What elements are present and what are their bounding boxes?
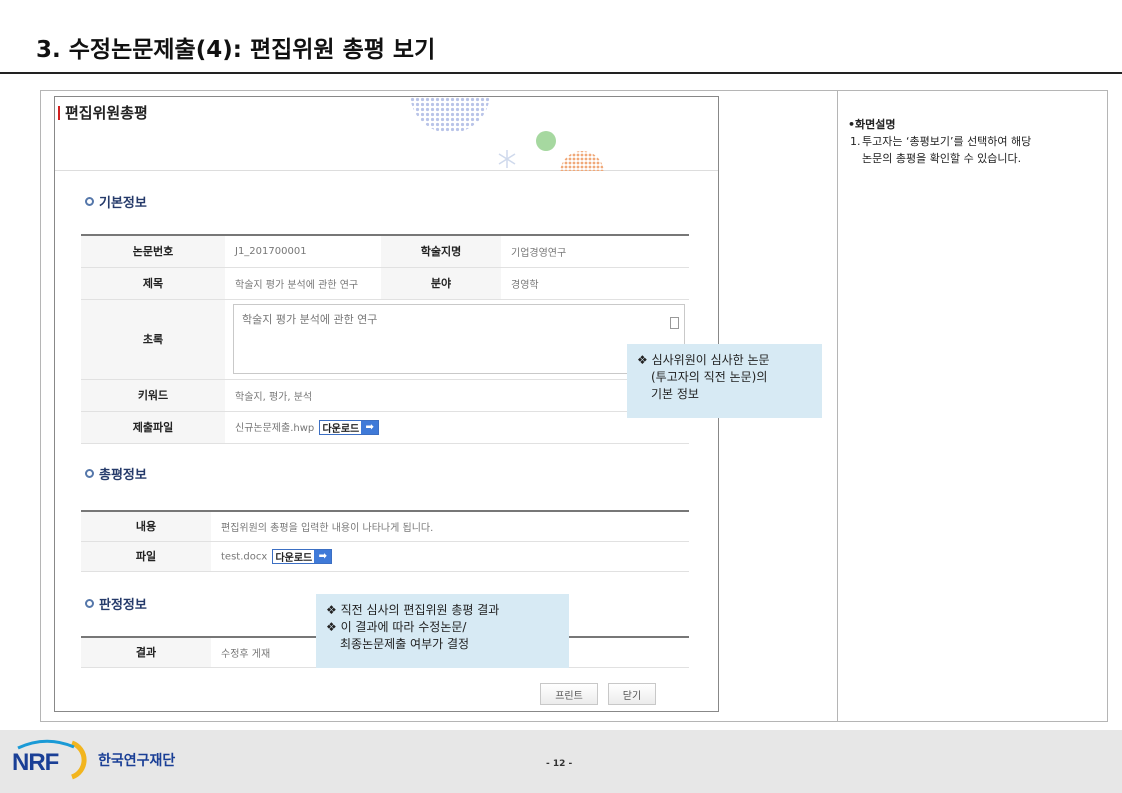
review-file-label: 파일: [81, 541, 211, 572]
field-value: 경영학: [501, 267, 689, 300]
review-info-table: 내용 편집위원의 총평을 입력한 내용이 나타나게 됩니다. 파일 test.d…: [81, 510, 689, 572]
submitted-file-download-button[interactable]: 다운로드 ➡: [319, 420, 380, 436]
table-row: 키워드 학술지, 평가, 분석: [81, 379, 689, 412]
org-name: 한국연구재단: [98, 753, 176, 769]
review-file-download-button[interactable]: 다운로드 ➡: [272, 548, 333, 564]
callout-line: (투고자의 직전 논문)의: [651, 370, 768, 384]
callout-line: ❖ 이 결과에 따라 수정논문/: [326, 620, 467, 634]
green-circle-decoration-icon: [536, 131, 556, 151]
scrollbar-icon[interactable]: [670, 317, 679, 329]
orange-dotted-decoration-icon: [560, 151, 604, 171]
decision-result-label: 결과: [81, 637, 211, 668]
title-value: 학술지 평가 분석에 관한 연구: [225, 267, 381, 300]
title-divider: [0, 72, 1122, 74]
journal-value: 기업경영연구: [501, 235, 689, 268]
description-line-2: 논문의 총평을 확인할 수 있습니다.: [862, 152, 1022, 165]
circle-bullet-icon: [85, 599, 94, 608]
callout-line: 최종논문제출 여부가 결정: [340, 637, 470, 651]
decision-info-section-title: 판정정보: [85, 594, 147, 613]
nrf-logo-icon: NRF: [12, 739, 87, 780]
abstract-label: 초록: [81, 299, 225, 380]
review-content-value: 편집위원의 총평을 입력한 내용이 나타나게 됩니다.: [211, 511, 689, 542]
callout-line: ❖ 직전 심사의 편집위원 총평 결과: [326, 603, 500, 617]
arrow-right-icon: ➡: [314, 549, 332, 563]
keyword-label: 키워드: [81, 379, 225, 412]
review-info-section-label: 총평정보: [99, 468, 147, 483]
basic-info-section-label: 기본정보: [99, 196, 147, 211]
paper-no-label: 논문번호: [81, 235, 225, 268]
description-item-text: 투고자는 ‘총평보기’를 선택하여 해당 논문의 총평을 확인할 수 있습니다.: [862, 133, 1031, 167]
close-button[interactable]: 닫기: [608, 683, 656, 705]
slide-footer: NRF 한국연구재단 - 12 -: [0, 730, 1122, 793]
screen-description: •화면설명 1. 투고자는 ‘총평보기’를 선택하여 해당 논문의 총평을 확인…: [848, 116, 1103, 167]
review-content-label: 내용: [81, 511, 211, 542]
field-label: 분야: [381, 267, 501, 300]
submitted-file-label: 제출파일: [81, 411, 225, 444]
abstract-text: 학술지 평가 분석에 관한 연구: [242, 313, 378, 326]
submitted-file-cell: 신규논문제출.hwp 다운로드 ➡: [225, 411, 689, 444]
description-item-number: 1.: [850, 135, 861, 148]
popup-title: 편집위원총평: [65, 104, 148, 122]
slide-title: 3. 수정논문제출(4): 편집위원 총평 보기: [36, 37, 436, 63]
circle-bullet-icon: [85, 469, 94, 478]
review-file-name: test.docx: [221, 551, 268, 562]
callout-line: 기본 정보: [651, 387, 699, 401]
review-info-section-title: 총평정보: [85, 464, 147, 483]
abstract-cell: 학술지 평가 분석에 관한 연구: [225, 299, 689, 380]
description-item: 1. 투고자는 ‘총평보기’를 선택하여 해당 논문의 총평을 확인할 수 있습…: [848, 133, 1103, 167]
arrow-right-icon: ➡: [361, 421, 379, 435]
paper-no-value: J1_201700001: [225, 235, 381, 268]
decision-callout: ❖ 직전 심사의 편집위원 총평 결과 ❖ 이 결과에 따라 수정논문/ 최종논…: [316, 594, 569, 668]
abstract-textarea[interactable]: 학술지 평가 분석에 관한 연구: [233, 304, 685, 374]
circle-bullet-icon: [85, 197, 94, 206]
nrf-logo: NRF 한국연구재단: [12, 739, 175, 781]
dotted-circle-decoration-icon: [410, 97, 490, 133]
logo-text: NRF: [12, 749, 59, 776]
download-label: 다운로드: [322, 424, 360, 436]
title-label: 제목: [81, 267, 225, 300]
description-heading: •화면설명: [848, 118, 896, 131]
panel-divider: [837, 90, 838, 722]
decision-info-section-label: 판정정보: [99, 598, 147, 613]
table-row: 파일 test.docx 다운로드 ➡: [81, 541, 689, 572]
callout-line: ❖ 심사위원이 심사한 논문: [637, 353, 770, 367]
snowflake-decoration-icon: [498, 150, 516, 168]
title-accent-mark: [58, 106, 60, 120]
download-label: 다운로드: [275, 552, 313, 564]
table-row: 내용 편집위원의 총평을 입력한 내용이 나타나게 됩니다.: [81, 511, 689, 542]
table-row: 제목 학술지 평가 분석에 관한 연구 분야 경영학: [81, 267, 689, 300]
table-row: 초록 학술지 평가 분석에 관한 연구: [81, 299, 689, 380]
table-row: 논문번호 J1_201700001 학술지명 기업경영연구: [81, 235, 689, 268]
table-row: 제출파일 신규논문제출.hwp 다운로드 ➡: [81, 411, 689, 444]
submitted-file-name: 신규논문제출.hwp: [235, 422, 315, 434]
basic-info-table: 논문번호 J1_201700001 학술지명 기업경영연구 제목 학술지 평가 …: [81, 234, 689, 444]
page-number: - 12 -: [546, 759, 573, 769]
description-line-1: 투고자는 ‘총평보기’를 선택하여 해당: [862, 135, 1032, 148]
review-file-cell: test.docx 다운로드 ➡: [211, 541, 689, 572]
print-button[interactable]: 프린트: [540, 683, 598, 705]
basic-info-callout: ❖ 심사위원이 심사한 논문 (투고자의 직전 논문)의 기본 정보: [627, 344, 822, 418]
popup-header: 편집위원총평: [55, 97, 718, 171]
keyword-value: 학술지, 평가, 분석: [225, 379, 689, 412]
basic-info-section-title: 기본정보: [85, 192, 147, 211]
journal-label: 학술지명: [381, 235, 501, 268]
